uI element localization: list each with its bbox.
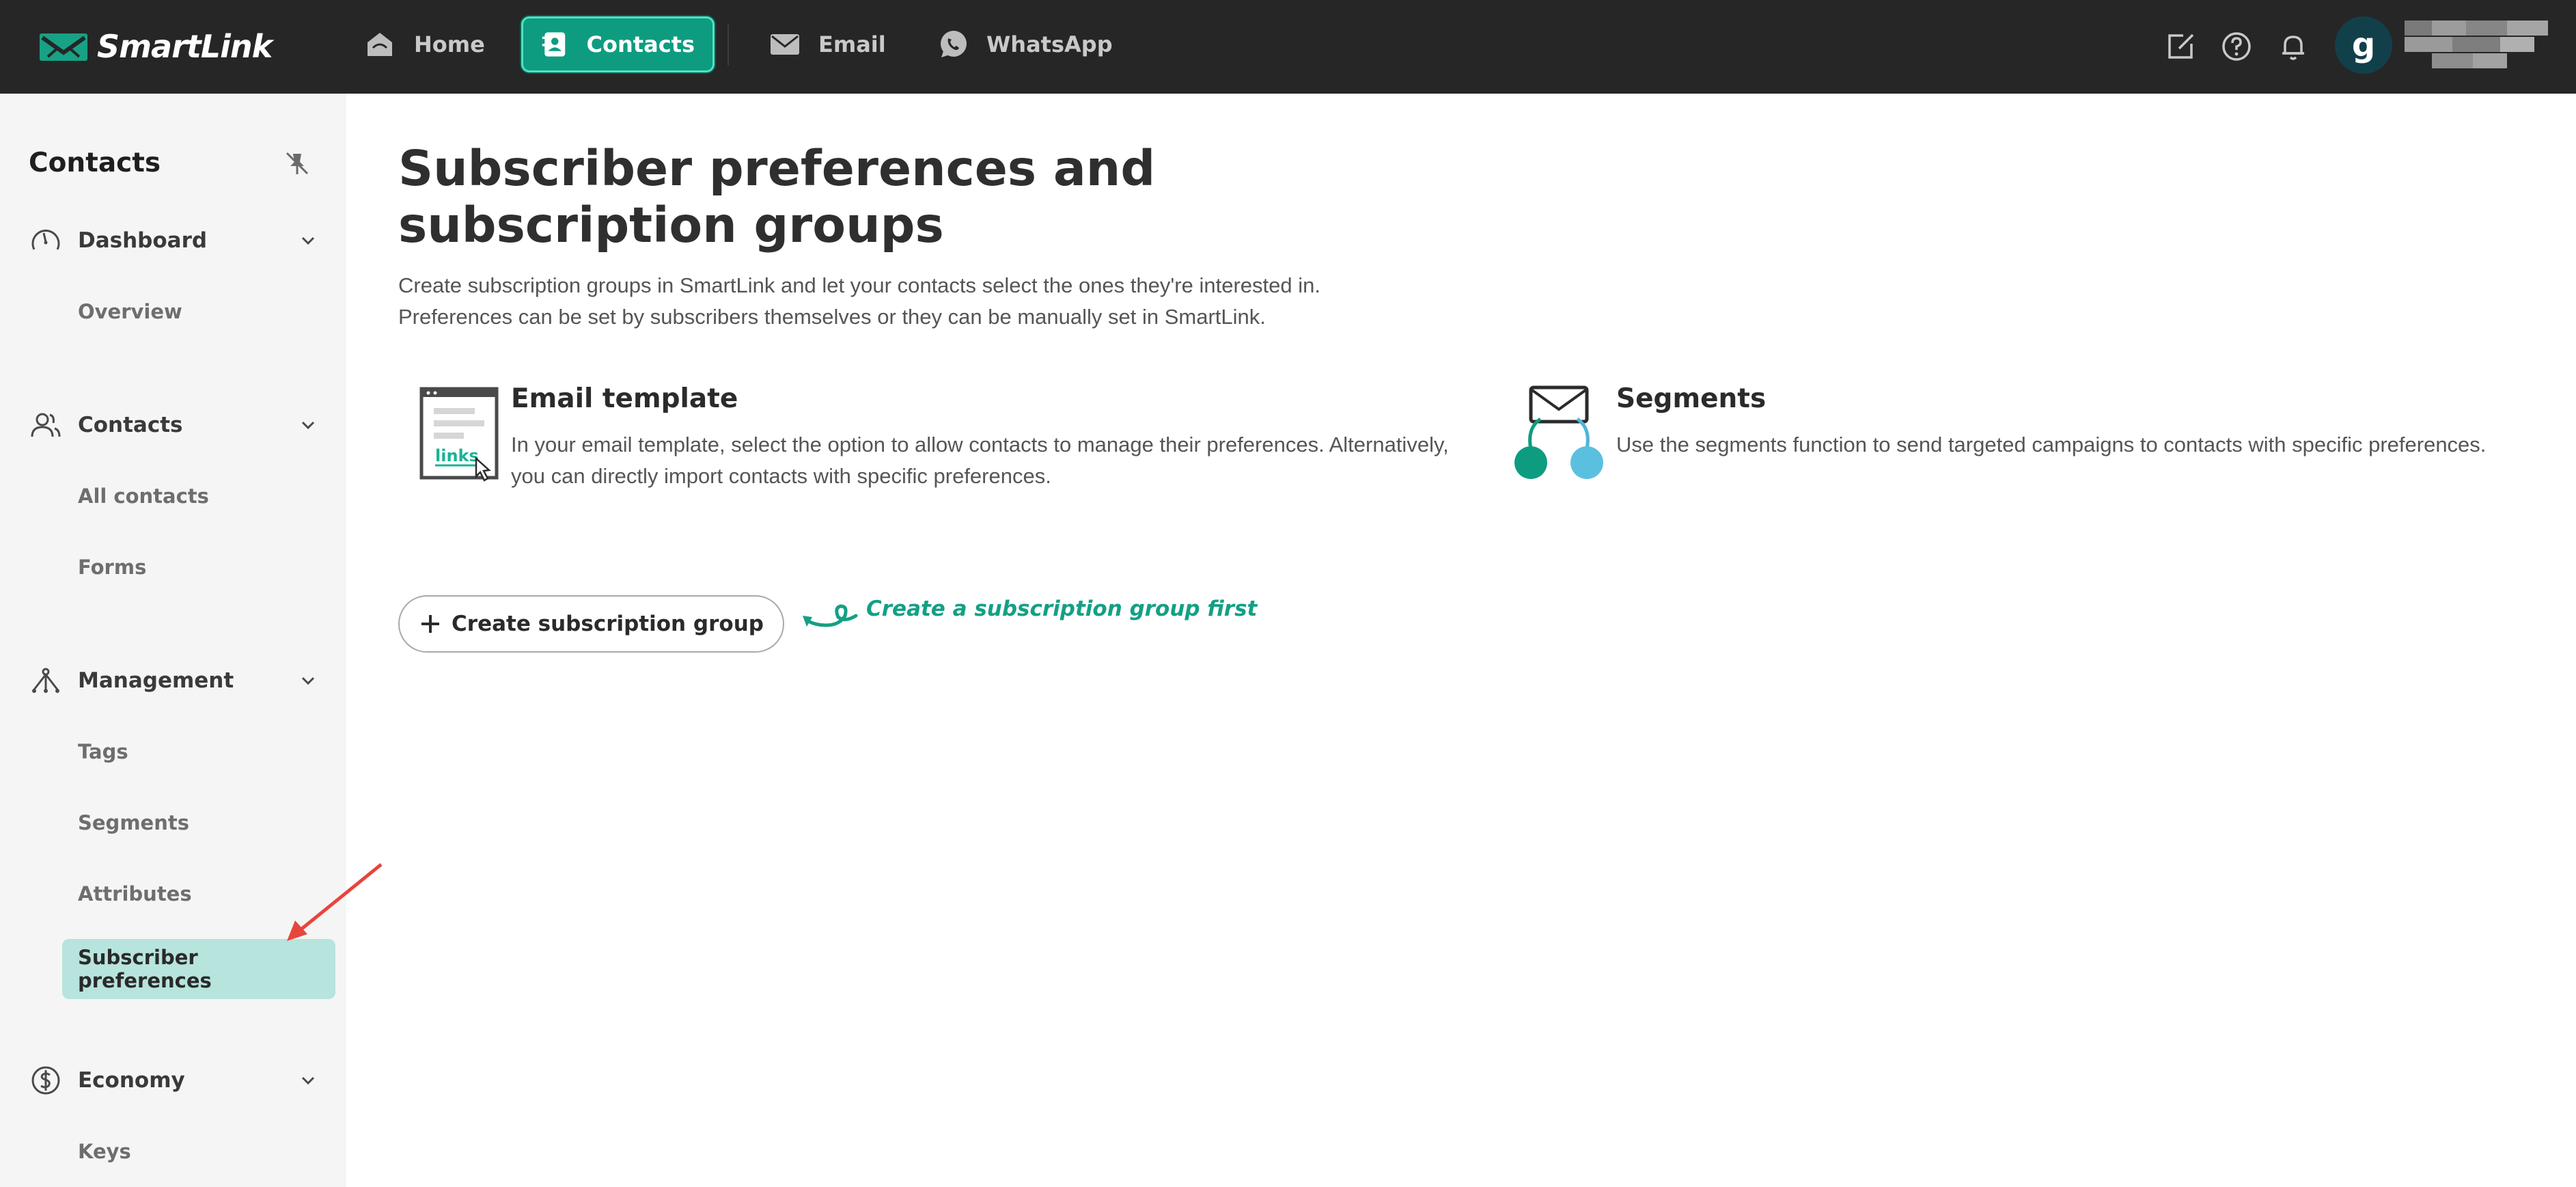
curly-arrow-icon [803, 604, 858, 627]
sidebar-item-tags[interactable]: Tags [62, 722, 335, 782]
brand-name: SmartLink [97, 28, 273, 65]
brand-logo[interactable]: SmartLink [38, 26, 273, 67]
sidebar-section-contacts[interactable]: Contacts [29, 405, 319, 446]
sidebar-item-segments[interactable]: Segments [62, 793, 335, 853]
email-template-icon: links [419, 387, 499, 482]
top-navigation-bar: SmartLink Home Contacts Email WhatsApp g [0, 0, 2576, 94]
chevron-down-icon[interactable] [297, 230, 319, 251]
nav-contacts[interactable]: Contacts [521, 16, 715, 72]
hint-create-group-first: Create a subscription group first [866, 597, 1258, 621]
dollar-circle-icon [31, 1066, 60, 1095]
plus-icon [421, 615, 440, 633]
nav-divider [728, 25, 729, 66]
create-subscription-group-button[interactable]: Create subscription group [398, 595, 784, 653]
segments-icon [1514, 385, 1603, 479]
edit-icon[interactable] [2164, 30, 2197, 63]
home-icon [368, 33, 392, 56]
unpin-icon[interactable] [283, 150, 311, 177]
sidebar-section-management[interactable]: Management [29, 660, 319, 701]
feature-text: In your email template, select the optio… [511, 433, 1449, 488]
links-label: links [435, 446, 479, 465]
sidebar-item-forms[interactable]: Forms [62, 537, 335, 597]
hierarchy-icon [32, 668, 59, 693]
gauge-icon [31, 230, 60, 250]
user-avatar[interactable]: g [2335, 16, 2392, 74]
nav-home[interactable]: Home [347, 16, 503, 72]
feature-title: Segments [1616, 383, 1767, 414]
envelope-icon [771, 34, 799, 55]
users-icon [31, 413, 61, 437]
help-icon[interactable] [2220, 30, 2253, 63]
page-title: Subscriber preferences and subscription … [398, 140, 1156, 254]
main-content: Subscriber preferences and subscription … [346, 94, 2576, 1187]
user-name-redacted[interactable] [2405, 21, 2548, 70]
smartlink-logo-icon [40, 33, 87, 61]
whatsapp-icon [941, 31, 967, 57]
sidebar-item-keys[interactable]: Keys [62, 1121, 335, 1182]
chevron-down-icon[interactable] [297, 1069, 319, 1091]
feature-title: Email template [511, 383, 738, 414]
bell-icon[interactable] [2277, 30, 2310, 63]
chevron-down-icon[interactable] [297, 414, 319, 436]
feature-text: Use the segments function to send target… [1616, 433, 2487, 456]
sidebar-item-subscriber-preferences[interactable]: Subscriber preferences [62, 939, 335, 999]
page-description: Create subscription groups in SmartLink … [398, 273, 1320, 329]
nav-whatsapp[interactable]: WhatsApp [919, 16, 1131, 72]
sidebar-section-dashboard[interactable]: Dashboard [29, 220, 319, 261]
sidebar: Contacts Dashboard Overview Contacts All… [0, 94, 346, 1187]
sidebar-item-overview[interactable]: Overview [62, 282, 335, 342]
sidebar-item-all-contacts[interactable]: All contacts [62, 466, 335, 526]
sidebar-section-economy[interactable]: Economy [29, 1060, 319, 1101]
nav-email[interactable]: Email [751, 16, 904, 72]
chevron-down-icon[interactable] [297, 670, 319, 692]
sidebar-title: Contacts [29, 148, 161, 178]
contacts-book-icon [542, 32, 566, 57]
